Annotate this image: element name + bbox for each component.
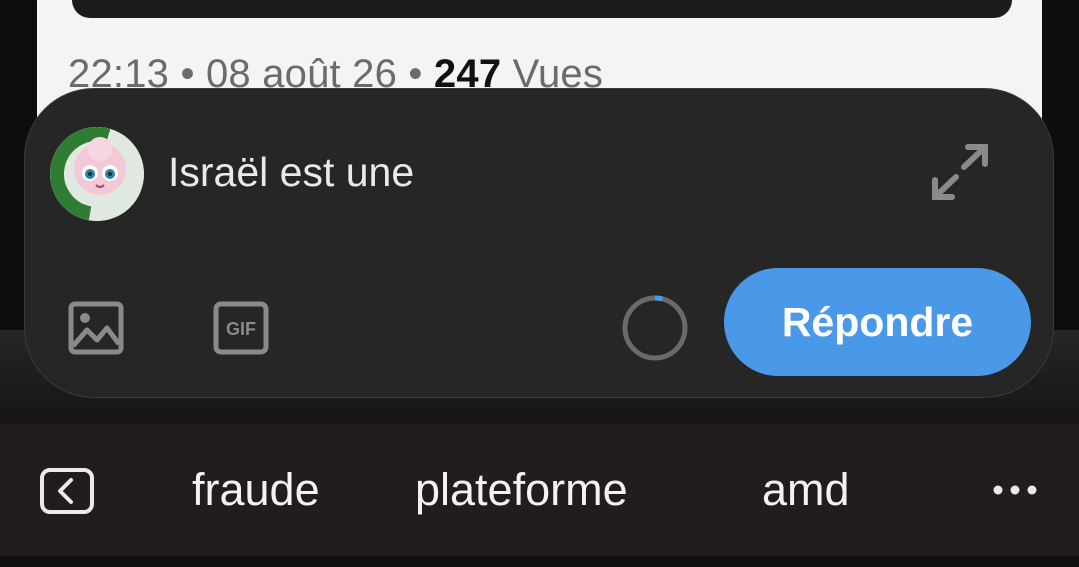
gif-icon[interactable]: GIF <box>212 300 270 356</box>
suggestion-amd[interactable]: amd <box>762 464 850 516</box>
suggestion-plateforme[interactable]: plateforme <box>415 464 628 516</box>
svg-text:GIF: GIF <box>226 319 256 339</box>
reply-text-input[interactable]: Israël est une <box>168 149 414 196</box>
avatar[interactable] <box>50 127 144 221</box>
bottom-strip <box>0 556 1079 567</box>
suggestion-fraude[interactable]: fraude <box>192 464 320 516</box>
back-icon[interactable] <box>40 468 94 514</box>
reply-button[interactable]: Répondre <box>724 268 1031 376</box>
expand-icon[interactable] <box>930 143 990 201</box>
tweet-media-bar <box>72 0 1012 18</box>
image-icon[interactable] <box>67 300 125 356</box>
more-icon[interactable] <box>990 480 1040 500</box>
character-count-ring <box>620 293 690 363</box>
